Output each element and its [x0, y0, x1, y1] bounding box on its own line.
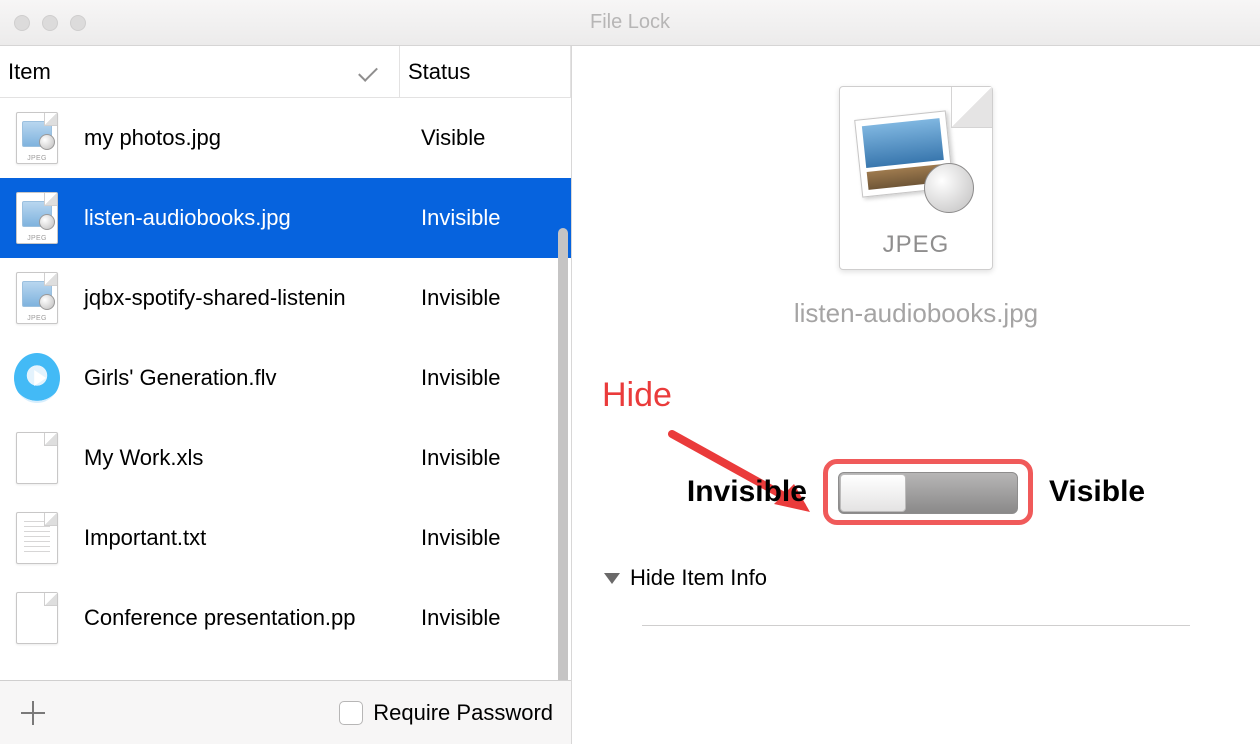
file-status: Invisible: [421, 365, 571, 391]
file-name: listen-audiobooks.jpg: [60, 205, 421, 231]
annotation-highlight-box: [823, 459, 1033, 525]
column-header-status-label: Status: [408, 59, 470, 85]
column-header-item-label: Item: [8, 59, 51, 85]
scrollbar-thumb[interactable]: [558, 228, 568, 680]
require-password-label: Require Password: [373, 700, 553, 726]
file-name: Conference presentation.pp: [60, 605, 421, 631]
file-name: Girls' Generation.flv: [60, 365, 421, 391]
hide-item-info-toggle[interactable]: Hide Item Info: [604, 565, 1260, 591]
video-file-icon: [14, 351, 60, 405]
file-name: my photos.jpg: [60, 125, 421, 151]
xls-file-icon: [14, 431, 60, 485]
info-divider: [642, 625, 1190, 626]
preview-type-label: JPEG: [840, 231, 992, 259]
file-status: Visible: [421, 125, 571, 151]
text-file-icon: [14, 511, 60, 565]
zoom-window-button[interactable]: [70, 15, 86, 31]
jpeg-file-icon: JPEG: [14, 111, 60, 165]
minimize-window-button[interactable]: [42, 15, 58, 31]
checkbox-icon: [339, 701, 363, 725]
table-row[interactable]: Important.txt Invisible: [0, 498, 571, 578]
column-headers: Item Status: [0, 46, 571, 98]
loupe-icon: [924, 163, 974, 213]
add-button[interactable]: [18, 698, 48, 728]
preview-pane: JPEG listen-audiobooks.jpg Hide Invisibl…: [572, 46, 1260, 744]
require-password-checkbox[interactable]: Require Password: [339, 700, 553, 726]
bottom-toolbar: Require Password: [0, 680, 571, 744]
visible-label: Visible: [1049, 475, 1145, 509]
toggle-knob: [840, 474, 906, 512]
file-list[interactable]: JPEG my photos.jpg Visible JPEG listen-a…: [0, 98, 571, 680]
file-status: Invisible: [421, 205, 571, 231]
file-status: Invisible: [421, 605, 571, 631]
table-row[interactable]: JPEG my photos.jpg Visible: [0, 98, 571, 178]
chevron-down-icon: [358, 62, 378, 82]
table-row[interactable]: My Work.xls Invisible: [0, 418, 571, 498]
table-row[interactable]: Conference presentation.pp Invisible: [0, 578, 571, 658]
visibility-toggle[interactable]: [838, 472, 1018, 514]
presentation-file-icon: [14, 591, 60, 645]
hide-item-info-label: Hide Item Info: [630, 565, 767, 591]
file-name: Important.txt: [60, 525, 421, 551]
file-status: Invisible: [421, 445, 571, 471]
column-header-item[interactable]: Item: [0, 46, 400, 97]
close-window-button[interactable]: [14, 15, 30, 31]
traffic-lights: [0, 15, 86, 31]
file-list-pane: Item Status JPEG my photos.jpg Visible J…: [0, 46, 572, 744]
jpeg-file-icon: JPEG: [14, 191, 60, 245]
file-name: My Work.xls: [60, 445, 421, 471]
column-header-status[interactable]: Status: [400, 46, 571, 97]
table-row[interactable]: JPEG listen-audiobooks.jpg Invisible: [0, 178, 571, 258]
jpeg-file-icon: JPEG: [14, 271, 60, 325]
preview-file-icon: JPEG: [839, 86, 993, 270]
window-title: File Lock: [0, 11, 1260, 34]
preview-filename: listen-audiobooks.jpg: [572, 298, 1260, 329]
table-row[interactable]: Girls' Generation.flv Invisible: [0, 338, 571, 418]
title-bar: File Lock: [0, 0, 1260, 46]
file-status: Invisible: [421, 285, 571, 311]
visibility-toggle-row: Invisible Visible: [572, 459, 1260, 525]
file-name: jqbx-spotify-shared-listenin: [60, 285, 421, 311]
invisible-label: Invisible: [687, 475, 807, 509]
annotation-hide-label: Hide: [602, 376, 672, 415]
file-status: Invisible: [421, 525, 571, 551]
disclosure-triangle-icon: [604, 573, 620, 584]
table-row[interactable]: JPEG jqbx-spotify-shared-listenin Invisi…: [0, 258, 571, 338]
